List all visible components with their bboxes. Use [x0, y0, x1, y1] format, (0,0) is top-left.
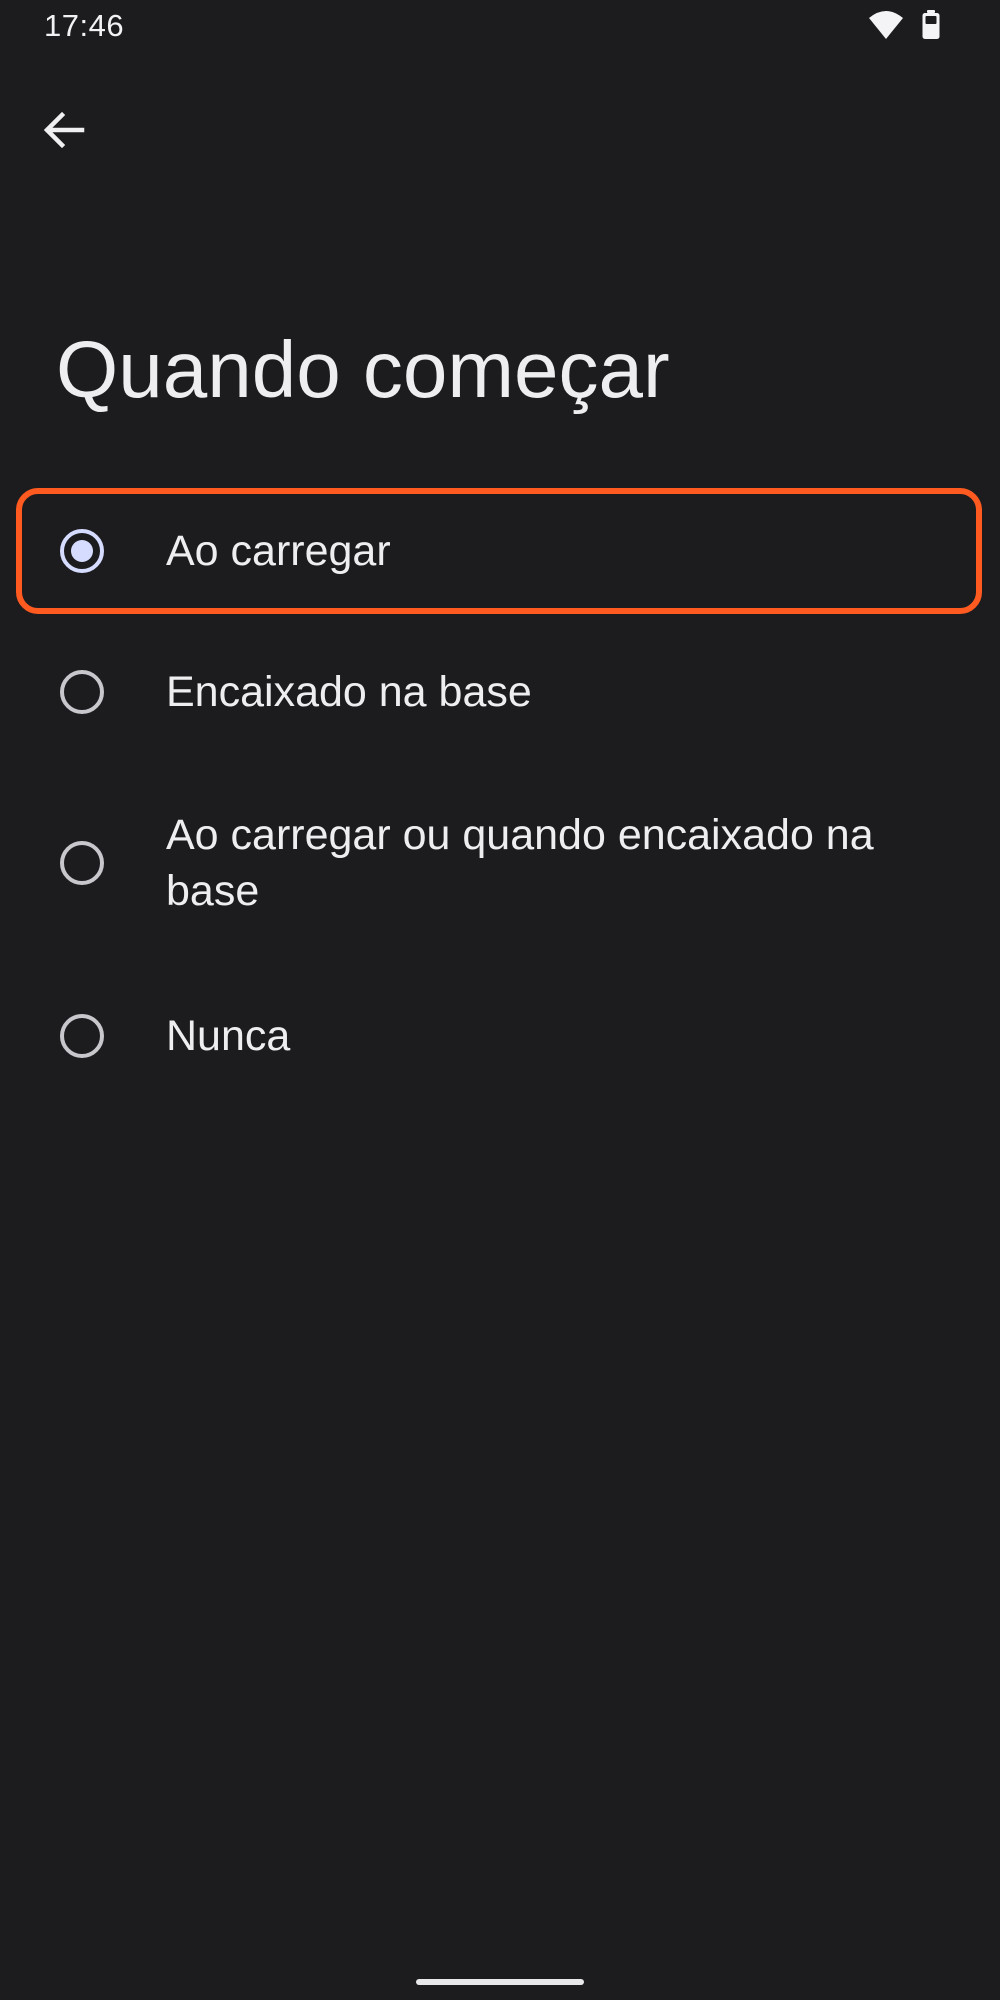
option-label: Ao carregar: [166, 527, 391, 575]
option-ao-carregar[interactable]: Ao carregar: [0, 478, 1000, 624]
wifi-icon: [868, 10, 904, 45]
radio-button-selected[interactable]: [60, 529, 104, 573]
battery-icon: [922, 10, 940, 45]
option-label: Ao carregar ou quando encaixado na base: [166, 811, 874, 915]
radio-button[interactable]: [60, 1014, 104, 1058]
radio-button[interactable]: [60, 841, 104, 885]
status-icons: [868, 10, 940, 45]
radio-button[interactable]: [60, 670, 104, 714]
option-label: Encaixado na base: [166, 668, 532, 716]
navigation-handle[interactable]: [416, 1979, 584, 1985]
status-time: 17:46: [44, 8, 125, 43]
status-bar: 17:46: [0, 0, 1000, 56]
arrow-back-icon: [42, 108, 86, 157]
option-ao-carregar-ou-encaixado[interactable]: Ao carregar ou quando encaixado na base: [0, 760, 1000, 966]
option-nunca[interactable]: Nunca: [0, 966, 1000, 1106]
options-list: Ao carregar Encaixado na base Ao carrega…: [0, 478, 1000, 1106]
option-label: Nunca: [166, 1012, 291, 1060]
page-title: Quando começar: [56, 325, 670, 414]
back-button[interactable]: [28, 96, 100, 168]
option-encaixado-na-base[interactable]: Encaixado na base: [0, 624, 1000, 760]
